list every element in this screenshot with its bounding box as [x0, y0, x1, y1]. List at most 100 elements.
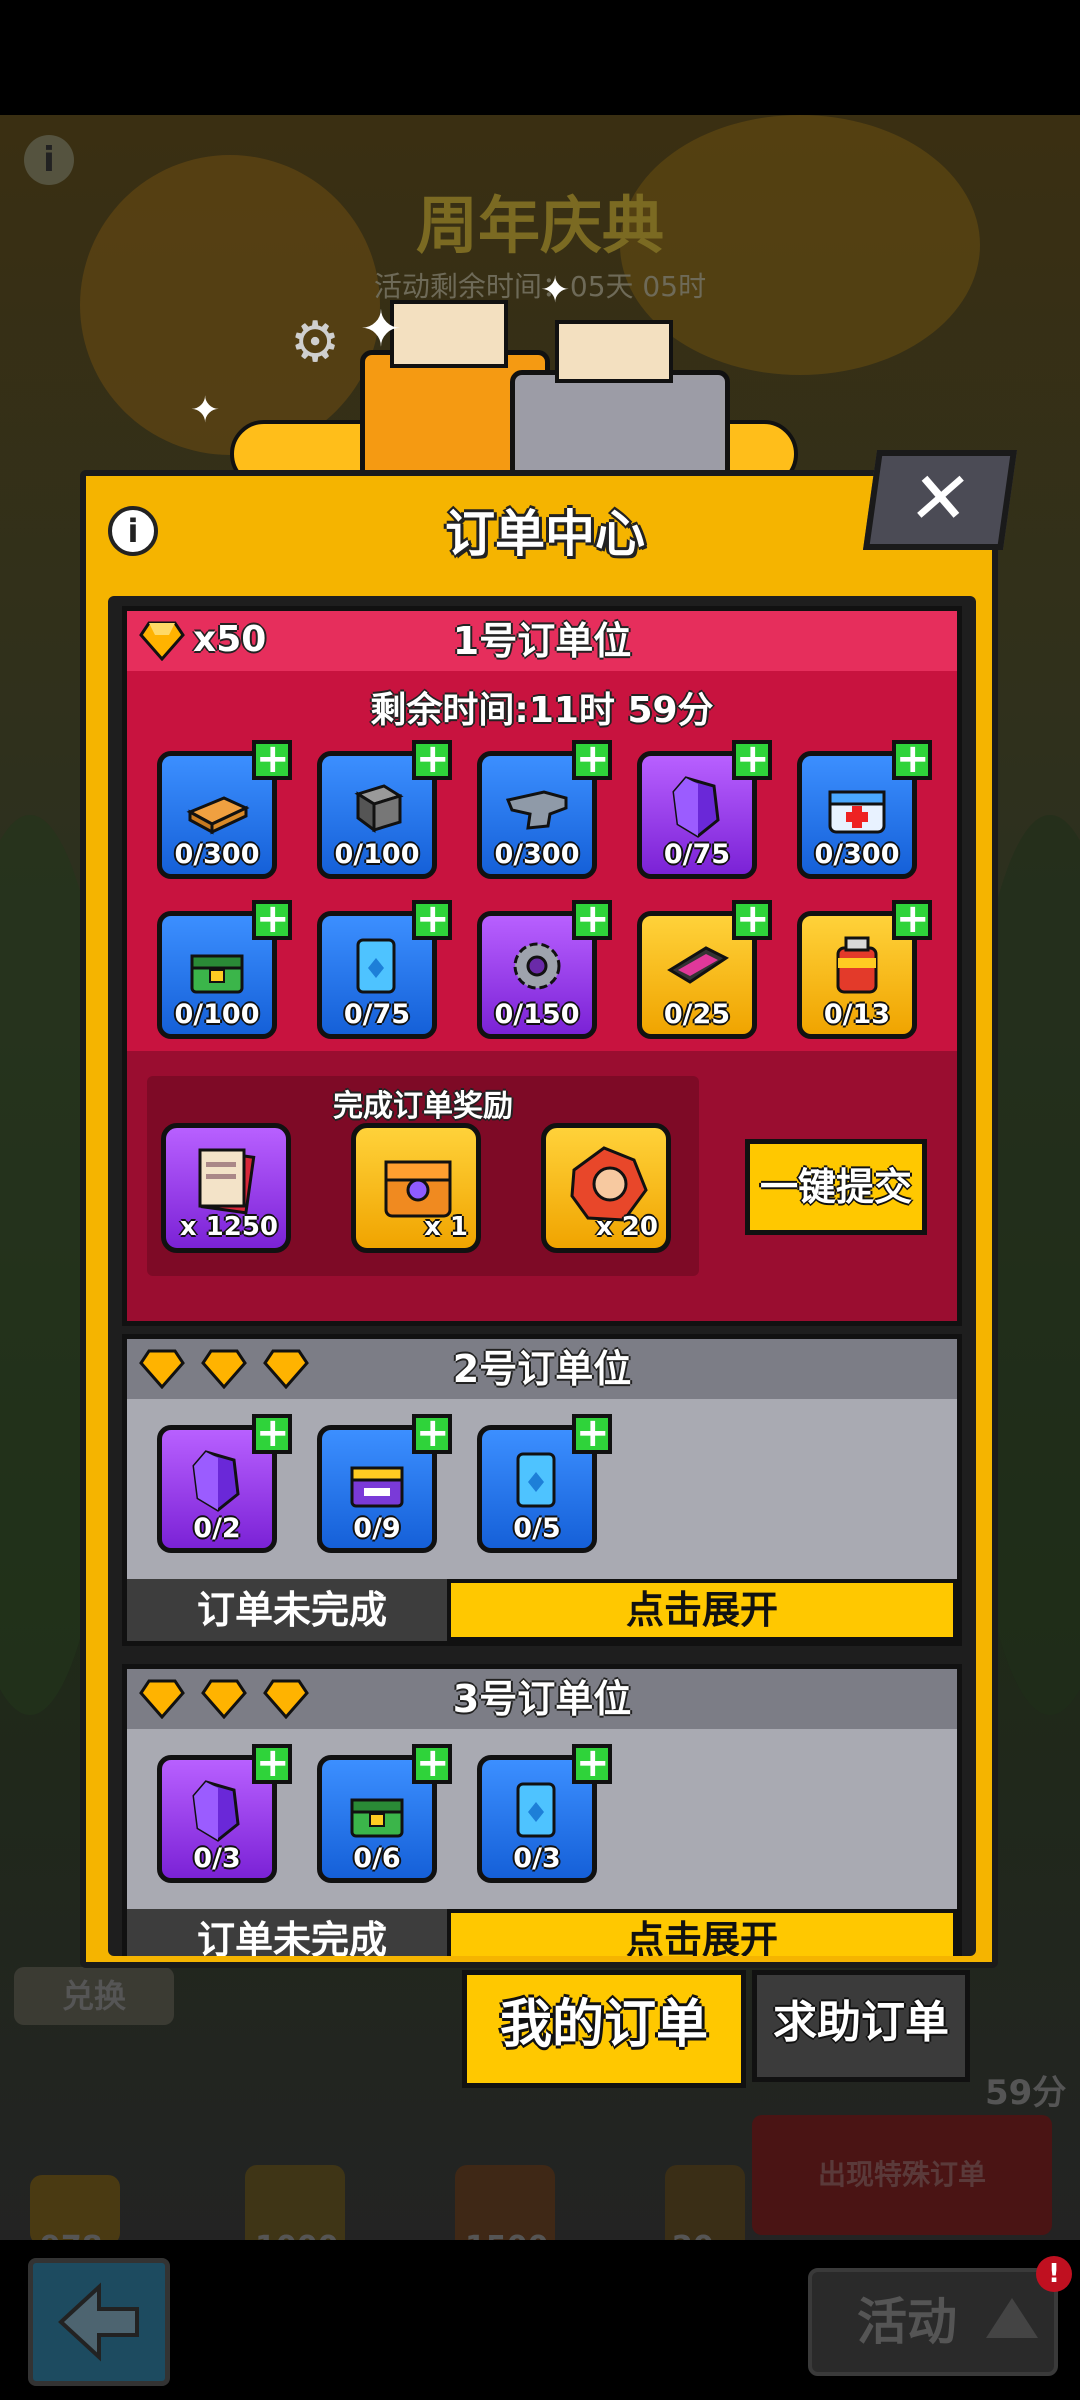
- item-count: 0/100: [334, 839, 420, 870]
- order-paper-icon: [198, 1148, 256, 1215]
- purple-crystal-icon: [192, 1450, 240, 1512]
- expand-button[interactable]: 点击展开: [447, 1579, 957, 1641]
- order-item[interactable]: 0/100 +: [317, 739, 452, 879]
- order-item[interactable]: 0/300 +: [797, 739, 932, 879]
- order-slot-1: x50 1号订单位 剩余时间:11时 59分 0/300 + 0/100 + 0/3…: [122, 606, 962, 1326]
- submit-all-button[interactable]: 一键提交: [745, 1139, 927, 1235]
- item-count: 0/3: [513, 1843, 561, 1874]
- order-item[interactable]: 0/13 +: [797, 899, 932, 1039]
- wood-plank-icon: [186, 796, 250, 835]
- exchange-button[interactable]: 兑换: [14, 1967, 174, 2025]
- reward-item[interactable]: x 20: [541, 1123, 671, 1253]
- reward-track: 978 1000 1500 20: [0, 2165, 780, 2240]
- item-count: 0/75: [343, 999, 411, 1030]
- order-slot-2: 2号订单位 0/2 + 0/9 + 0/5 + 订单未完成 点击展开: [122, 1334, 962, 1646]
- blue-card-icon: [516, 1782, 556, 1838]
- back-button[interactable]: [28, 2258, 170, 2386]
- timer-fragment: 59分: [985, 2073, 1067, 2113]
- reward-count: x 20: [595, 1212, 658, 1242]
- tab-my-orders[interactable]: 我的订单: [462, 1970, 746, 2088]
- green-chest-icon: [350, 1798, 404, 1838]
- event-title: 周年庆典: [415, 189, 664, 262]
- add-item-icon[interactable]: +: [252, 739, 292, 780]
- add-item-icon[interactable]: +: [252, 899, 292, 940]
- add-item-icon[interactable]: +: [572, 899, 612, 940]
- order-item[interactable]: 0/9 +: [317, 1413, 452, 1553]
- printer-machines-art: ⚙ ✦ ✦ ✦: [190, 270, 810, 510]
- reward-item[interactable]: x 1250: [161, 1123, 291, 1253]
- item-count: 0/25: [663, 999, 731, 1030]
- item-count: 0/300: [814, 839, 900, 870]
- add-item-icon[interactable]: +: [892, 739, 932, 780]
- remaining-time: 剩余时间:11时 59分: [370, 690, 714, 731]
- order-item[interactable]: 0/6 +: [317, 1743, 452, 1883]
- order-item[interactable]: 0/25 +: [637, 899, 772, 1039]
- reward-count: x 1: [424, 1212, 468, 1242]
- order-item[interactable]: 0/3 +: [477, 1743, 612, 1883]
- activity-button[interactable]: 活动: [808, 2268, 1058, 2376]
- purple-chest-icon: [350, 1466, 404, 1508]
- order-item[interactable]: 0/75 +: [317, 899, 452, 1039]
- add-item-icon[interactable]: +: [732, 899, 772, 940]
- track-box-icon: [245, 2165, 345, 2240]
- close-button[interactable]: ✕: [862, 450, 1018, 550]
- reward-item[interactable]: x 1: [351, 1123, 481, 1253]
- add-item-icon[interactable]: +: [412, 899, 452, 940]
- reward-title: 完成订单奖励: [333, 1089, 513, 1124]
- order-item[interactable]: 0/75 +: [637, 739, 772, 879]
- add-item-icon[interactable]: +: [732, 739, 772, 780]
- item-count: 0/100: [174, 999, 260, 1030]
- triangle-up-icon: [986, 2298, 1038, 2338]
- add-item-icon[interactable]: +: [252, 1413, 292, 1454]
- order-center-modal: i 订单中心 x50 1号订单位 剩余时间:11时 59分 0/300 + 0/1…: [80, 470, 998, 1968]
- notification-badge: !: [1036, 2256, 1072, 2292]
- slot-2-title: 2号订单位: [452, 1347, 632, 1391]
- green-chest-icon: [190, 954, 244, 994]
- add-item-icon[interactable]: +: [892, 899, 932, 940]
- track-value: 1000: [255, 2230, 339, 2240]
- item-count: 0/300: [174, 839, 260, 870]
- sparkle-icon: ✦: [190, 390, 221, 431]
- item-count: 0/3: [193, 1843, 241, 1874]
- add-item-icon[interactable]: +: [572, 1743, 612, 1784]
- add-item-icon[interactable]: +: [412, 1743, 452, 1784]
- add-item-icon[interactable]: +: [412, 1413, 452, 1454]
- order-item[interactable]: 0/300 +: [477, 739, 612, 879]
- item-count: 0/9: [353, 1513, 401, 1544]
- slot-1-title: 1号订单位: [452, 619, 632, 663]
- order-item[interactable]: 0/100 +: [157, 899, 292, 1039]
- track-item-icon: [665, 2165, 745, 2240]
- add-item-icon[interactable]: +: [252, 1743, 292, 1784]
- item-count: 0/75: [663, 839, 731, 870]
- order-status: 订单未完成: [127, 1909, 457, 1956]
- gear-decoration-icon: ⚙: [290, 310, 341, 375]
- special-order-banner[interactable]: 出现特殊订单: [752, 2115, 1052, 2235]
- item-count: 0/300: [494, 839, 580, 870]
- order-slot-list[interactable]: x50 1号订单位 剩余时间:11时 59分 0/300 + 0/100 + 0/3…: [108, 596, 976, 1956]
- add-item-icon[interactable]: +: [572, 739, 612, 780]
- purple-crystal-icon: [192, 1780, 240, 1842]
- item-count: 0/2: [193, 1513, 241, 1544]
- blue-card-icon: [516, 1452, 556, 1508]
- pink-cartridge-icon: [667, 946, 729, 984]
- reward-count: x 1250: [179, 1212, 278, 1242]
- activity-label: 活动: [857, 2293, 957, 2351]
- add-item-icon[interactable]: +: [412, 739, 452, 780]
- order-slot-3: 3号订单位 0/3 + 0/6 + 0/3 + 订单未完成 点击展开: [122, 1664, 962, 1956]
- order-item[interactable]: 0/5 +: [477, 1413, 612, 1553]
- order-item[interactable]: 0/150 +: [477, 899, 612, 1039]
- order-item[interactable]: 0/2 +: [157, 1413, 292, 1553]
- item-count: 0/150: [494, 999, 580, 1030]
- tab-help-orders[interactable]: 求助订单: [752, 1970, 970, 2082]
- red-canister-icon: [836, 936, 878, 994]
- order-item[interactable]: 0/3 +: [157, 1743, 292, 1883]
- blue-card-icon: [356, 938, 396, 994]
- order-status: 订单未完成: [127, 1579, 457, 1641]
- expand-button[interactable]: 点击展开: [447, 1909, 957, 1956]
- add-item-icon[interactable]: +: [572, 1413, 612, 1454]
- order-item[interactable]: 0/300 +: [157, 739, 292, 879]
- purple-crystal-icon: [672, 776, 720, 838]
- back-arrow-icon: [58, 2282, 139, 2362]
- medkit-icon: [828, 790, 886, 834]
- sparkle-icon: ✦: [540, 270, 571, 311]
